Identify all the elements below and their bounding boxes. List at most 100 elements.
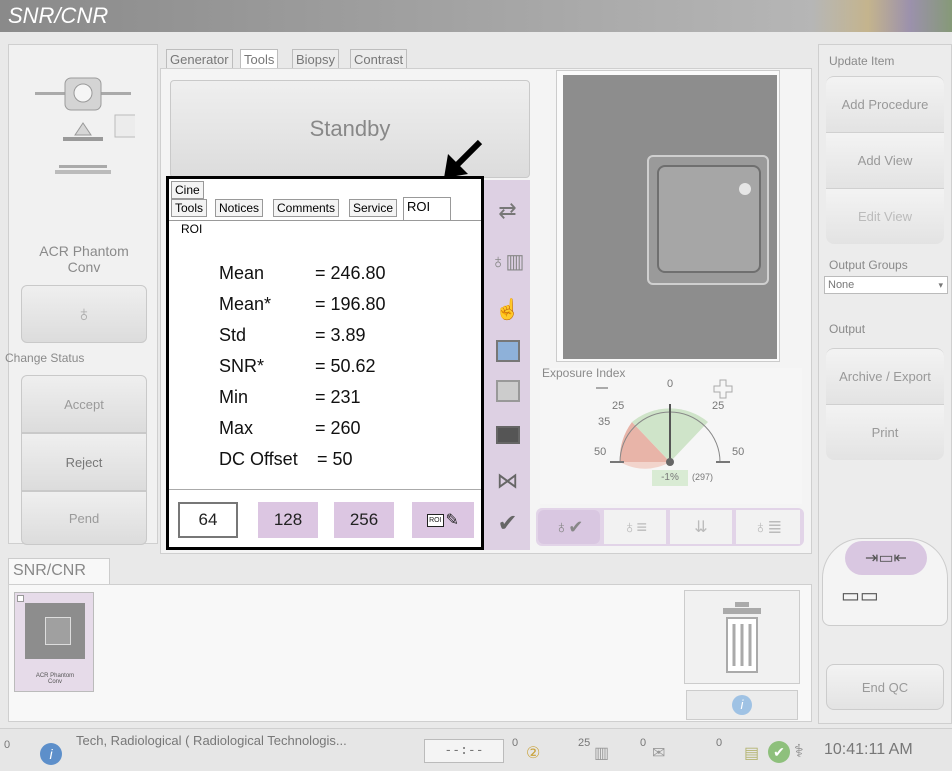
- procedure-button[interactable]: ♁: [21, 285, 147, 343]
- roi-edit-button[interactable]: ROI ✎: [412, 502, 474, 538]
- system-icon[interactable]: ⚕: [794, 741, 804, 762]
- roi-section-label: ROI: [181, 222, 203, 236]
- add-view-button[interactable]: Add View: [826, 132, 944, 188]
- print-button[interactable]: Print: [826, 404, 944, 460]
- question-icon[interactable]: ②: [526, 743, 540, 763]
- measurement-max: Max = 260: [219, 418, 361, 439]
- view-button-4[interactable]: ♁≣: [736, 510, 800, 544]
- status-count-d: 0: [716, 737, 723, 749]
- trash-button[interactable]: [684, 590, 800, 684]
- status-bar: 0 i Tech, Radiological ( Radiological Te…: [0, 728, 952, 771]
- flip-icon: ⋈: [496, 468, 519, 493]
- measurement-label: Mean*: [219, 294, 272, 314]
- droplet-icon: ♁: [75, 301, 93, 326]
- tab-contrast[interactable]: Contrast: [350, 49, 408, 69]
- output-groups-value: None: [828, 279, 855, 291]
- droplet-check-icon: ♁✔: [554, 516, 584, 537]
- reject-button[interactable]: Reject: [21, 433, 147, 491]
- roi-tab-comments[interactable]: Comments: [273, 199, 340, 217]
- view-button-3[interactable]: ⇊: [670, 510, 732, 544]
- measurement-value: = 3.89: [315, 325, 366, 345]
- roi-size-128-button[interactable]: 128: [258, 502, 318, 538]
- roi-tab-roi[interactable]: ROI: [403, 197, 451, 221]
- checkmark-icon: ✔: [497, 509, 518, 537]
- measurement-std: Std = 3.89: [219, 325, 366, 346]
- view-buttons-row: ♁✔ ♁≡ ⇊ ♁≣: [536, 508, 804, 546]
- app-title: SNR/CNR: [8, 3, 109, 28]
- phantom-frame: [647, 155, 769, 285]
- tool-button-5[interactable]: [485, 366, 530, 416]
- tab-biopsy[interactable]: Biopsy: [292, 49, 340, 69]
- roi-tab-notices[interactable]: Notices: [215, 199, 264, 217]
- measurement-label: DC Offset: [219, 449, 298, 469]
- gauge-tick-50-left: 50: [594, 446, 607, 458]
- phantom-dot: [739, 183, 751, 195]
- measurement-value: = 231: [315, 387, 361, 407]
- status-count-b: 25: [578, 737, 591, 749]
- view-button-1[interactable]: ♁✔: [538, 510, 600, 544]
- gauge-readout-secondary: (297): [692, 472, 714, 482]
- measurement-label: Min: [219, 387, 249, 407]
- monitor-icon: [495, 340, 520, 362]
- archive-export-button[interactable]: Archive / Export: [826, 348, 944, 404]
- measurement-label: Std: [219, 325, 247, 345]
- pend-button[interactable]: Pend: [21, 491, 147, 545]
- tool-button-2[interactable]: ♁▥: [485, 236, 530, 286]
- status-clock: 10:41:11 AM: [824, 741, 913, 758]
- document-icon[interactable]: ▤: [744, 743, 759, 763]
- layout-selector[interactable]: ⇥▭⇤ ▭▭: [822, 538, 948, 626]
- roi-size-256-button[interactable]: 256: [334, 502, 394, 538]
- add-procedure-button[interactable]: Add Procedure: [826, 76, 944, 132]
- roi-tab-divider: [169, 220, 481, 221]
- output-groups-select[interactable]: None ▾: [824, 276, 948, 294]
- measurement-mean: Mean = 246.80: [219, 263, 386, 284]
- measurement-label: Max: [219, 418, 254, 438]
- print-queue-icon[interactable]: ▥: [594, 743, 609, 763]
- gauge-tick-35: 35: [598, 416, 611, 428]
- gauge-tick-25-right: 25: [712, 400, 725, 412]
- status-count-a: 0: [512, 737, 519, 749]
- roi-size-64-button[interactable]: 64: [178, 502, 238, 538]
- info-button[interactable]: i: [686, 690, 798, 720]
- edit-view-button[interactable]: Edit View: [826, 188, 944, 244]
- thumbnail-image: [25, 603, 85, 659]
- roi-tab-service[interactable]: Service: [349, 199, 398, 217]
- end-qc-button[interactable]: End QC: [826, 664, 944, 710]
- tool-button-8[interactable]: ✔: [485, 498, 530, 548]
- output-groups-label: Output Groups: [829, 258, 908, 272]
- bottom-section-tab[interactable]: SNR/CNR: [8, 558, 110, 584]
- chevron-down-icon: ▾: [938, 280, 943, 290]
- measurement-value: = 246.80: [315, 263, 386, 283]
- procedure-label: ACR Phantom Conv: [39, 243, 129, 275]
- measurement-min: Min = 231: [219, 387, 361, 408]
- thumbnail-checkbox[interactable]: [17, 595, 24, 602]
- measurement-dc-offset: DC Offset = 50: [219, 449, 353, 470]
- tab-generator[interactable]: Generator: [166, 49, 233, 69]
- screen-icon: [495, 380, 520, 402]
- measurement-value: = 50: [317, 449, 353, 469]
- ok-status-icon[interactable]: ✔: [768, 741, 790, 763]
- dual-layout-icon[interactable]: ▭▭: [841, 583, 879, 608]
- view-button-2[interactable]: ♁≡: [604, 510, 666, 544]
- info-status-icon[interactable]: i: [40, 743, 62, 765]
- roi-tab-tools[interactable]: Tools: [171, 199, 208, 217]
- gauge-readout: -1%: [652, 470, 688, 486]
- info-icon: i: [732, 695, 752, 715]
- droplet-lines-icon: ♁≣: [753, 516, 783, 537]
- gantry-icon: [35, 77, 135, 174]
- thumbnail-item[interactable]: ACR Phantom Conv: [14, 592, 94, 692]
- trash-icon: [723, 602, 761, 673]
- droplet-grid-icon: ♁▥: [490, 250, 525, 273]
- status-timer: --:--: [424, 739, 504, 763]
- measurement-value: = 196.80: [315, 294, 386, 314]
- gauge-tick-25-left: 25: [612, 400, 625, 412]
- tool-button-6[interactable]: [485, 410, 530, 460]
- accept-button[interactable]: Accept: [21, 375, 147, 433]
- tab-tools[interactable]: Tools: [240, 49, 279, 69]
- single-layout-icon[interactable]: ⇥▭⇤: [845, 541, 927, 575]
- roi-tab-cine[interactable]: Cine: [171, 181, 204, 199]
- tool-button-1[interactable]: ⇄: [485, 186, 530, 236]
- archive-queue-icon[interactable]: ✉: [652, 743, 665, 763]
- roi-footer-divider: [169, 489, 481, 490]
- hand-icon: ☝: [495, 298, 520, 321]
